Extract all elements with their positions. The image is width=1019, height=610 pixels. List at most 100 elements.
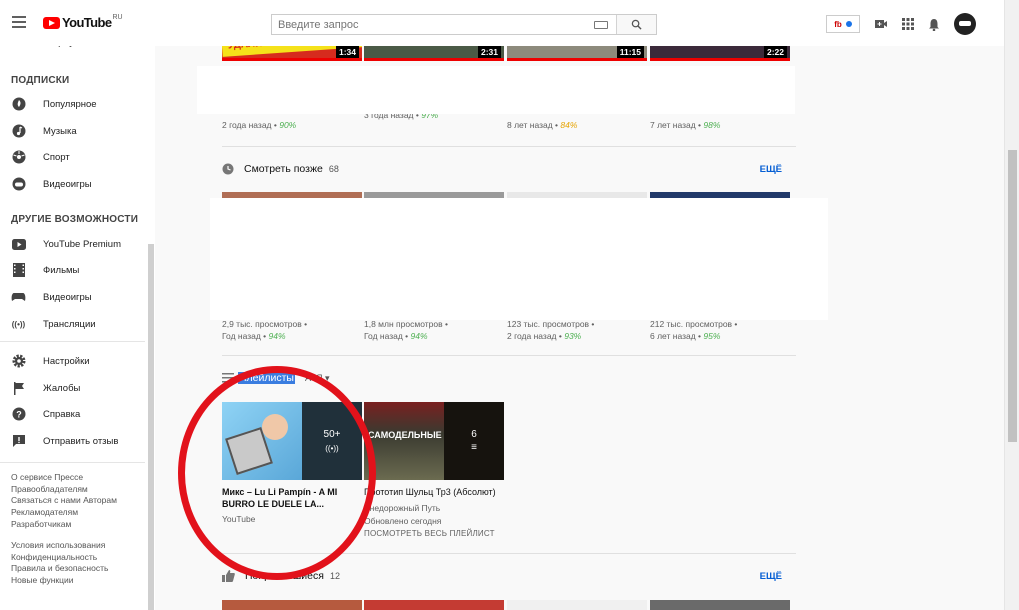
section-title[interactable]: Плейлисты xyxy=(238,372,295,384)
section-title[interactable]: Понравившиеся xyxy=(245,570,324,582)
sidebar-item-music[interactable]: Музыка xyxy=(11,122,141,140)
sidebar-item-gaming[interactable]: Видеоигры xyxy=(11,175,141,193)
notifications-bell-icon[interactable] xyxy=(928,18,940,31)
playlist-thumbnail[interactable]: 50+ ((•)) xyxy=(222,402,362,480)
subscriptions-title: ПОДПИСКИ xyxy=(11,75,70,86)
playlists-header: Плейлисты А–Я ▾ xyxy=(222,372,330,384)
sidebar-item-trending[interactable]: Популярное xyxy=(11,95,141,113)
playlist-thumbnail[interactable]: САМОДЕЛЬНЫЕ 6 ≡ xyxy=(364,402,504,480)
playlist-channel[interactable]: YouTube xyxy=(222,514,255,524)
section-divider xyxy=(222,355,796,356)
search-input[interactable] xyxy=(272,15,594,34)
like-percent: 98% xyxy=(703,120,721,130)
feedback-icon xyxy=(11,434,26,449)
video-thumbnail[interactable] xyxy=(650,600,790,610)
footer-links[interactable]: О сервисе Прессе Правообладателям Связат… xyxy=(11,472,143,531)
thumbnail-image xyxy=(364,402,444,480)
sidebar-item-sport[interactable]: Спорт xyxy=(11,148,141,166)
sidebar-item-label: YouTube Premium xyxy=(43,238,121,250)
watch-later-header: Смотреть позже 68 xyxy=(222,163,339,175)
account-avatar[interactable] xyxy=(954,13,976,35)
playlist-channel[interactable]: Внедорожный Путь xyxy=(364,503,440,513)
sidebar-item-premium[interactable]: YouTube Premium xyxy=(11,235,141,253)
sidebar-item-help[interactable]: ? Справка xyxy=(11,405,141,423)
playlist-icon xyxy=(222,373,234,383)
search-box xyxy=(271,14,657,35)
logo-text: YouTube xyxy=(62,15,112,30)
sort-dropdown[interactable]: А–Я ▾ xyxy=(305,373,330,384)
sidebar: ⌃ Свернуть ПОДПИСКИ Популярное Музыка Сп… xyxy=(0,37,155,610)
sidebar-divider xyxy=(0,462,145,463)
playlist-count-overlay: 6 ≡ xyxy=(444,402,504,480)
page-scrollbar-thumb[interactable] xyxy=(1008,150,1017,442)
like-percent: 94% xyxy=(410,331,428,341)
section-title[interactable]: Смотреть позже xyxy=(244,163,323,175)
extension-button[interactable]: fb xyxy=(826,15,860,33)
section-count: 68 xyxy=(328,164,339,174)
footer-policy-links[interactable]: Условия использования Конфиденциальность… xyxy=(11,540,143,587)
sidebar-item-live[interactable]: ((•)) Трансляции xyxy=(11,315,141,333)
more-from-youtube-title: ДРУГИЕ ВОЗМОЖНОСТИ xyxy=(11,214,139,225)
watch-later-more-link[interactable]: ЕЩЁ xyxy=(760,164,782,175)
menu-icon[interactable] xyxy=(12,16,26,28)
video-age: Год назад • xyxy=(222,331,267,341)
extension-status-icon xyxy=(845,21,852,27)
video-thumbnail[interactable] xyxy=(507,600,647,610)
sidebar-item-feedback[interactable]: Отправить отзыв xyxy=(11,432,141,450)
search-button[interactable] xyxy=(616,15,656,34)
youtube-play-icon xyxy=(43,16,60,29)
logo-region: RU xyxy=(112,14,123,21)
flag-icon xyxy=(11,381,26,396)
playlist-title[interactable]: Микс – Lu Li Pampín - A MI BURRO LE DUEL… xyxy=(222,487,362,510)
apps-grid-icon[interactable] xyxy=(902,18,914,30)
video-thumbnail[interactable] xyxy=(222,600,362,610)
sidebar-item-games[interactable]: Видеоигры xyxy=(11,288,141,306)
caret-down-icon: ▾ xyxy=(325,372,330,383)
youtube-logo[interactable]: YouTube RU xyxy=(43,14,123,30)
like-percent: 94% xyxy=(268,331,286,341)
svg-text:?: ? xyxy=(16,410,22,420)
view-full-playlist-link[interactable]: ПОСМОТРЕТЬ ВЕСЬ ПЛЕЙЛИСТ xyxy=(364,529,495,538)
video-duration: 11:15 xyxy=(616,46,644,58)
sidebar-scrollbar[interactable] xyxy=(148,244,154,610)
playlist-video-count: 50+ xyxy=(323,429,341,440)
sidebar-item-movies[interactable]: Фильмы xyxy=(11,261,141,279)
liked-more-link[interactable]: ЕЩЁ xyxy=(760,571,782,582)
like-percent: 93% xyxy=(564,331,582,341)
create-video-icon[interactable] xyxy=(874,18,888,30)
video-age: 7 лет назад xyxy=(650,120,696,130)
youtube-premium-icon xyxy=(11,237,26,252)
playlist-title[interactable]: Прототип Шульц Тр3 (Абсолют) xyxy=(364,487,514,499)
extension-label: fb xyxy=(834,19,842,29)
music-icon xyxy=(11,124,26,139)
video-duration: 1:34 xyxy=(335,46,359,58)
sidebar-item-label: Музыка xyxy=(43,125,77,137)
section-divider xyxy=(222,553,796,554)
video-duration: 2:22 xyxy=(763,46,787,58)
sidebar-item-label: Справка xyxy=(43,408,81,420)
video-thumbnail[interactable] xyxy=(364,600,504,610)
header-actions: fb xyxy=(826,13,976,35)
live-broadcast-icon: ((•)) xyxy=(11,319,26,329)
sidebar-item-report[interactable]: Жалобы xyxy=(11,379,141,397)
video-views: 123 тыс. просмотров • xyxy=(507,319,595,329)
gear-icon xyxy=(11,354,26,369)
keyboard-icon[interactable] xyxy=(594,21,608,29)
liked-header: Понравившиеся 12 xyxy=(222,570,340,582)
youtube-app: YouTube RU fb ⌃ Свернуть ПОДПИСКИ Популя… xyxy=(0,0,1019,610)
help-icon: ? xyxy=(11,407,26,422)
sidebar-item-settings[interactable]: Настройки xyxy=(11,352,141,370)
video-meta: 212 тыс. просмотров • 6 лет назад • 95% xyxy=(650,318,737,342)
clock-icon xyxy=(222,163,234,175)
sidebar-item-label: Фильмы xyxy=(43,264,80,276)
sidebar-item-label: Жалобы xyxy=(43,382,81,394)
sidebar-item-label: Настройки xyxy=(43,355,90,367)
watched-progress-bar xyxy=(507,58,647,61)
live-mix-icon: ((•)) xyxy=(325,444,339,453)
gamepad-icon xyxy=(11,290,26,305)
video-meta: 2,9 тыс. просмотров • Год назад • 94% xyxy=(222,318,307,342)
sidebar-item-label: Отправить отзыв xyxy=(43,435,119,447)
video-meta: 8 лет назад • 84% xyxy=(507,120,578,130)
page-scrollbar[interactable] xyxy=(1004,0,1019,610)
section-divider xyxy=(222,146,796,147)
